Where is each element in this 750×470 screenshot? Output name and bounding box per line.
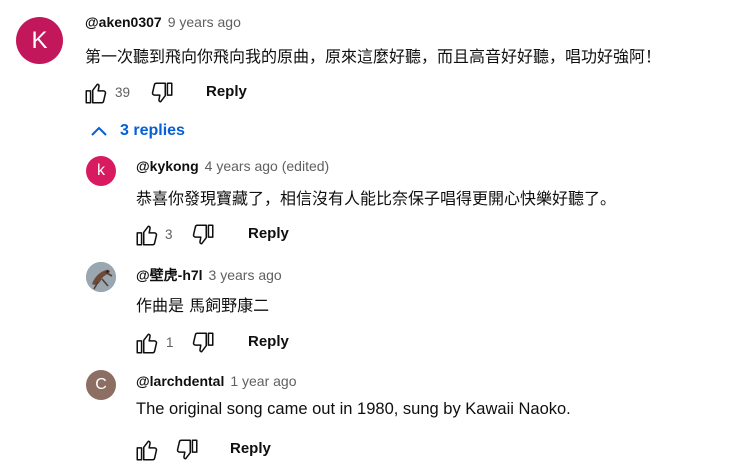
avatar-letter: K [31, 26, 48, 54]
reply-text: The original song came out in 1980, sung… [136, 400, 571, 418]
reply-timestamp[interactable]: 4 years ago (edited) [205, 158, 330, 174]
reply-actions: Reply [134, 437, 334, 465]
comment-text: 第一次聽到飛向你飛向我的原曲，原來這麼好聽，而且高音好好聽，唱功好強阿！ [85, 47, 662, 66]
thumbs-up-icon[interactable] [134, 222, 160, 248]
reply-button[interactable]: Reply [248, 333, 289, 350]
reply-text: 作曲是 馬飼野康二 [136, 296, 270, 315]
reply-author[interactable]: @larchdental [136, 373, 224, 389]
reply-timestamp[interactable]: 3 years ago [209, 267, 282, 283]
comment-author[interactable]: @aken0307 [85, 14, 162, 30]
replies-count-label: 3 replies [120, 122, 185, 139]
replies-toggle-button[interactable]: 3 replies [90, 122, 185, 140]
like-count: 39 [115, 85, 131, 100]
reply-button[interactable]: Reply [206, 83, 247, 100]
reply-text: 恭喜你發現寶藏了，相信沒有人能比奈保子唱得更開心快樂好聽了。 [136, 189, 617, 208]
reply-header: @larchdental 1 year ago [136, 373, 297, 389]
thumbs-up-icon[interactable] [83, 80, 109, 106]
avatar-letter: C [95, 376, 107, 393]
reply-header: @壁虎-h7l 3 years ago [136, 265, 282, 285]
avatar[interactable]: K [16, 17, 63, 64]
reply-author[interactable]: @kykong [136, 158, 199, 174]
gecko-avatar-image[interactable] [86, 262, 116, 292]
reply-author[interactable]: @壁虎-h7l [136, 265, 203, 285]
thumbs-down-icon[interactable] [174, 437, 200, 463]
thumbs-down-icon[interactable] [190, 222, 216, 248]
chevron-up-icon [91, 126, 107, 136]
like-count: 1 [166, 335, 174, 350]
comment-actions: 39 Reply [83, 80, 283, 108]
thumbs-up-icon[interactable] [134, 330, 160, 356]
reply-button[interactable]: Reply [248, 225, 289, 242]
thumbs-down-icon[interactable] [190, 330, 216, 356]
avatar[interactable]: C [86, 370, 116, 400]
thumbs-up-icon[interactable] [134, 437, 160, 463]
reply-header: @kykong 4 years ago (edited) [136, 158, 329, 174]
reply-actions: 1 Reply [134, 330, 334, 358]
thumbs-down-icon[interactable] [149, 80, 175, 106]
like-count: 3 [165, 227, 173, 242]
reply-actions: 3 Reply [134, 222, 334, 250]
comment-header: @aken0307 9 years ago [85, 14, 241, 30]
comment-timestamp[interactable]: 9 years ago [168, 14, 241, 30]
gecko-avatar-image-icon [86, 262, 116, 292]
avatar-letter: k [97, 162, 105, 179]
avatar[interactable]: k [86, 156, 116, 186]
reply-timestamp[interactable]: 1 year ago [230, 373, 296, 389]
reply-button[interactable]: Reply [230, 440, 271, 457]
